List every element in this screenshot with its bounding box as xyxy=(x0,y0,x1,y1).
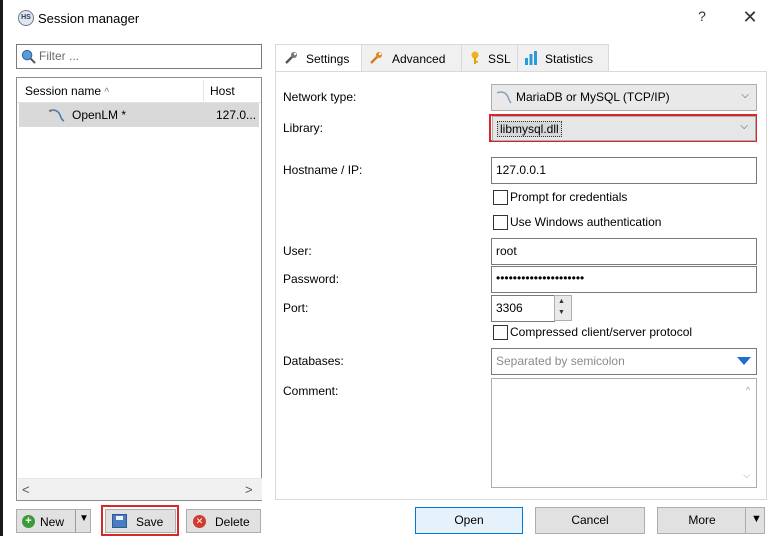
windows-auth-label: Use Windows authentication xyxy=(510,215,662,229)
session-name: OpenLM * xyxy=(72,108,127,122)
open-button[interactable]: Open xyxy=(415,507,523,534)
library-value: libmysql.dll xyxy=(497,121,562,137)
tab-advanced[interactable]: Advanced xyxy=(361,44,463,72)
more-button-divider xyxy=(745,508,746,533)
tab-settings[interactable]: Settings xyxy=(275,44,363,73)
compressed-protocol-label: Compressed client/server protocol xyxy=(510,325,693,339)
session-host: 127.0... xyxy=(216,108,257,122)
arrow-down-icon[interactable]: ▼ xyxy=(558,309,565,316)
wrench-orange-icon xyxy=(370,52,382,64)
prompt-credentials-label: Prompt for credentials xyxy=(510,190,628,204)
column-divider[interactable] xyxy=(203,80,204,101)
library-label: Library: xyxy=(283,121,324,135)
cancel-button-label: Cancel xyxy=(571,513,609,527)
user-label: User: xyxy=(283,244,312,258)
session-tree[interactable]: Session name ^ Host OpenLM * 127.0... < … xyxy=(16,77,262,501)
tab-ssl[interactable]: SSL xyxy=(461,44,519,72)
delete-x-icon: ✕ xyxy=(193,515,206,528)
floppy-disk-icon xyxy=(112,514,127,528)
databases-label: Databases: xyxy=(283,354,344,368)
port-value: 3306 xyxy=(496,301,523,315)
databases-input[interactable]: Separated by semicolon xyxy=(491,348,757,375)
dolphin-icon xyxy=(496,91,512,104)
delete-button-label: Delete xyxy=(215,515,250,529)
chevron-down-icon: ⌵ xyxy=(741,90,749,101)
search-icon xyxy=(21,49,36,64)
tab-label: Settings xyxy=(306,52,350,66)
close-button[interactable]: ✕ xyxy=(740,7,760,27)
hostname-value: 127.0.0.1 xyxy=(496,163,547,177)
horizontal-scrollbar[interactable]: < > xyxy=(18,478,262,500)
password-input[interactable]: ••••••••••••••••••••• xyxy=(491,266,757,293)
network-type-select[interactable]: MariaDB or MySQL (TCP/IP) ⌵ xyxy=(491,84,757,111)
library-select[interactable]: libmysql.dll ⌵ xyxy=(492,116,756,141)
network-type-label: Network type: xyxy=(283,90,357,104)
column-header-session-name[interactable]: Session name ^ xyxy=(25,84,109,98)
bar-chart-icon xyxy=(525,51,537,65)
new-button-divider xyxy=(75,510,76,532)
scroll-down-icon[interactable]: ⌵ xyxy=(743,470,750,481)
prompt-credentials-checkbox[interactable] xyxy=(493,190,508,205)
key-icon xyxy=(471,51,479,64)
tab-statistics[interactable]: Statistics xyxy=(517,44,609,72)
hostname-input[interactable]: 127.0.0.1 xyxy=(491,157,757,184)
window-left-edge xyxy=(0,0,3,536)
filter-placeholder: Filter ... xyxy=(39,49,80,63)
new-button[interactable]: + New ▼ xyxy=(16,509,91,533)
compressed-protocol-checkbox[interactable] xyxy=(493,325,508,340)
tab-label: SSL xyxy=(488,52,511,66)
tab-label: Statistics xyxy=(545,52,594,66)
save-button-label: Save xyxy=(136,515,164,529)
port-stepper[interactable]: ▲ ▼ xyxy=(554,295,572,321)
filter-input[interactable]: Filter ... xyxy=(16,44,262,69)
hostname-label: Hostname / IP: xyxy=(283,163,363,177)
cancel-button[interactable]: Cancel xyxy=(535,507,645,534)
scroll-right-icon[interactable]: > xyxy=(245,482,253,497)
new-button-label: New xyxy=(40,515,65,529)
session-dolphin-icon xyxy=(48,109,65,122)
windows-auth-checkbox[interactable] xyxy=(493,215,508,230)
tab-label: Advanced xyxy=(392,52,446,66)
databases-placeholder: Separated by semicolon xyxy=(496,354,625,368)
comment-textarea[interactable]: ^ ⌵ xyxy=(491,378,757,488)
table-row[interactable]: OpenLM * 127.0... xyxy=(19,103,259,127)
open-button-label: Open xyxy=(454,513,484,527)
user-input[interactable]: root xyxy=(491,238,757,265)
scroll-left-icon[interactable]: < xyxy=(22,482,30,497)
port-input[interactable]: 3306 xyxy=(491,295,555,322)
plus-icon: + xyxy=(22,515,35,528)
window-title: Session manager xyxy=(38,11,140,26)
dropdown-arrow-icon[interactable] xyxy=(737,357,751,365)
wrench-icon xyxy=(285,52,297,64)
column-header-host[interactable]: Host xyxy=(210,84,235,98)
app-logo-icon: HS xyxy=(18,10,34,26)
help-button[interactable]: ? xyxy=(692,8,712,28)
save-button[interactable]: Save xyxy=(105,509,176,533)
port-label: Port: xyxy=(283,301,309,315)
chevron-down-icon: ⌵ xyxy=(740,121,748,132)
arrow-up-icon[interactable]: ▲ xyxy=(558,298,565,305)
password-label: Password: xyxy=(283,272,340,286)
password-value: ••••••••••••••••••••• xyxy=(496,271,585,285)
more-button-label: More xyxy=(688,513,716,527)
sort-ascending-icon: ^ xyxy=(104,87,110,98)
network-type-value: MariaDB or MySQL (TCP/IP) xyxy=(516,90,670,104)
tab-strip: Settings Advanced SSL Statistics xyxy=(275,44,767,73)
chevron-down-icon[interactable]: ▼ xyxy=(751,513,762,525)
more-button[interactable]: More ▼ xyxy=(657,507,765,534)
user-value: root xyxy=(496,244,517,258)
tree-header: Session name ^ Host xyxy=(17,78,261,103)
comment-label: Comment: xyxy=(283,384,339,398)
scroll-up-icon[interactable]: ^ xyxy=(746,385,750,395)
delete-button[interactable]: ✕ Delete xyxy=(186,509,261,533)
chevron-down-icon[interactable]: ▼ xyxy=(79,513,89,524)
